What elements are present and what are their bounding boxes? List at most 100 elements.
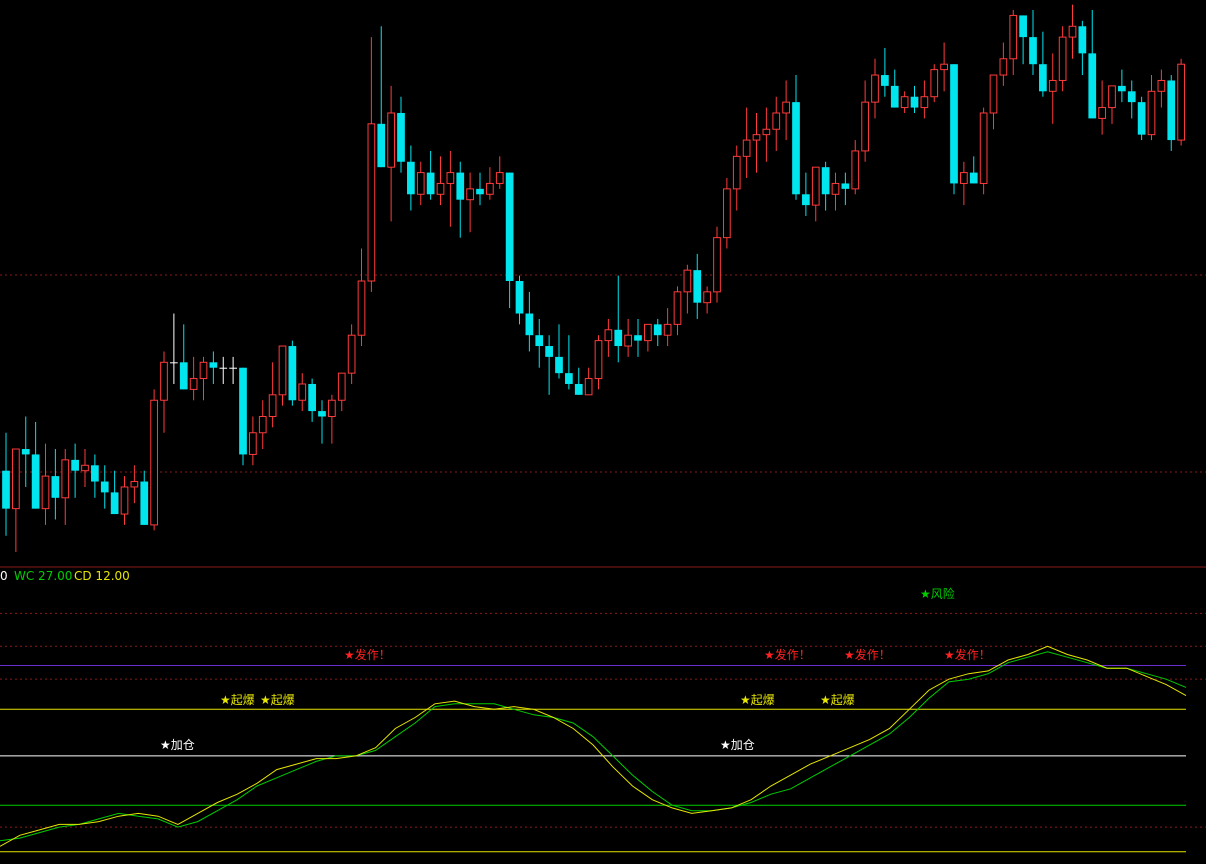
candle-body xyxy=(1167,80,1176,141)
signal-label: ★发作！ xyxy=(844,647,891,662)
candle xyxy=(446,150,455,227)
candle-body xyxy=(871,74,879,103)
candle xyxy=(2,432,10,536)
stock-chart[interactable]: 0 WC 27.00 CD 12.00 ★加仓★起爆 ★起爆★发作！★加仓★起爆★… xyxy=(0,0,1206,864)
candle-body xyxy=(130,481,139,488)
candle xyxy=(160,351,168,433)
candle xyxy=(525,291,534,352)
candle xyxy=(258,400,267,450)
candle xyxy=(1167,75,1176,151)
candle-body xyxy=(397,112,405,162)
candle-body xyxy=(308,383,316,412)
candle xyxy=(920,80,929,119)
candle-body xyxy=(535,335,544,347)
candle-body xyxy=(120,486,129,515)
candle xyxy=(555,324,563,379)
candle xyxy=(900,91,909,113)
header-prefix: 0 xyxy=(0,569,8,583)
candle-body xyxy=(377,123,386,168)
candle xyxy=(1009,10,1018,76)
candle-body xyxy=(673,291,682,325)
candle-body xyxy=(663,323,672,336)
candle xyxy=(100,465,109,509)
candle xyxy=(821,161,830,211)
candle xyxy=(41,443,50,525)
candle xyxy=(179,324,188,390)
candle-body xyxy=(258,416,267,434)
candle xyxy=(71,443,79,498)
candle xyxy=(752,112,761,173)
candle-body xyxy=(851,150,860,190)
candle-body xyxy=(1058,36,1067,81)
candle-body xyxy=(2,470,10,509)
candle-body xyxy=(624,334,632,347)
candle-body xyxy=(653,324,662,336)
signal-label: ★发作！ xyxy=(944,647,991,662)
candle xyxy=(466,172,474,233)
candle xyxy=(802,172,810,216)
candle-body xyxy=(574,383,583,395)
candle-body xyxy=(802,194,810,206)
candle-body xyxy=(693,270,702,303)
candle-body xyxy=(426,172,435,195)
candle xyxy=(328,394,336,444)
candle-body xyxy=(584,378,593,396)
candle xyxy=(772,96,781,151)
candle-body xyxy=(337,372,346,401)
candle-body xyxy=(762,128,771,136)
candle xyxy=(969,156,978,184)
candle-body xyxy=(1137,102,1146,135)
candle-body xyxy=(239,367,247,455)
candle-body xyxy=(456,172,465,200)
candle-body xyxy=(594,340,603,380)
candle xyxy=(150,389,158,531)
candle xyxy=(1157,69,1166,108)
candle-body xyxy=(960,172,968,184)
signal-labels: ★加仓 ★起爆 ★起爆 ★发作！ ★加仓 ★起爆 ★发作！ ★起爆 ★发作！ ★风险 ★发作！ xyxy=(160,586,991,752)
signal-label: ★加仓 xyxy=(720,738,755,752)
candle xyxy=(110,470,119,515)
candle-body xyxy=(634,335,642,341)
candle-body xyxy=(1039,64,1047,92)
candle-body xyxy=(1048,79,1057,92)
candle xyxy=(337,372,346,412)
candle xyxy=(574,367,583,395)
candle-body xyxy=(436,182,445,195)
candle xyxy=(673,286,682,336)
candle-body xyxy=(278,345,287,396)
candle xyxy=(614,275,623,363)
candle xyxy=(604,318,613,357)
candle xyxy=(1088,10,1097,119)
signal-label: ★起爆 xyxy=(260,693,295,707)
candle-body xyxy=(732,155,741,190)
candle xyxy=(930,64,939,103)
candle xyxy=(367,37,376,292)
signal-label: ★加仓 xyxy=(160,738,195,752)
candle-body xyxy=(545,346,553,357)
candle xyxy=(130,465,139,504)
indicator-reference-lines xyxy=(0,612,1206,853)
candle xyxy=(782,80,790,141)
candle xyxy=(515,275,524,325)
candle xyxy=(21,416,30,487)
candle-body xyxy=(1068,25,1077,38)
candle-body xyxy=(367,123,376,282)
candle xyxy=(505,172,514,309)
candle-body xyxy=(347,334,356,374)
candle-body xyxy=(1019,15,1027,38)
candle xyxy=(762,107,771,162)
candle xyxy=(950,64,958,195)
candle-body xyxy=(900,96,909,109)
wc-legend-label: WC 27.00 xyxy=(14,569,72,583)
candle xyxy=(31,421,40,509)
candle xyxy=(1108,85,1116,124)
candle-body xyxy=(920,96,929,109)
candle xyxy=(1127,80,1136,119)
candlestick-series xyxy=(2,4,1185,552)
candle xyxy=(584,367,593,396)
candle-body xyxy=(821,167,830,195)
candle xyxy=(989,74,998,130)
candle xyxy=(1137,96,1146,141)
candle-body xyxy=(644,323,652,342)
candle-body xyxy=(357,280,366,336)
